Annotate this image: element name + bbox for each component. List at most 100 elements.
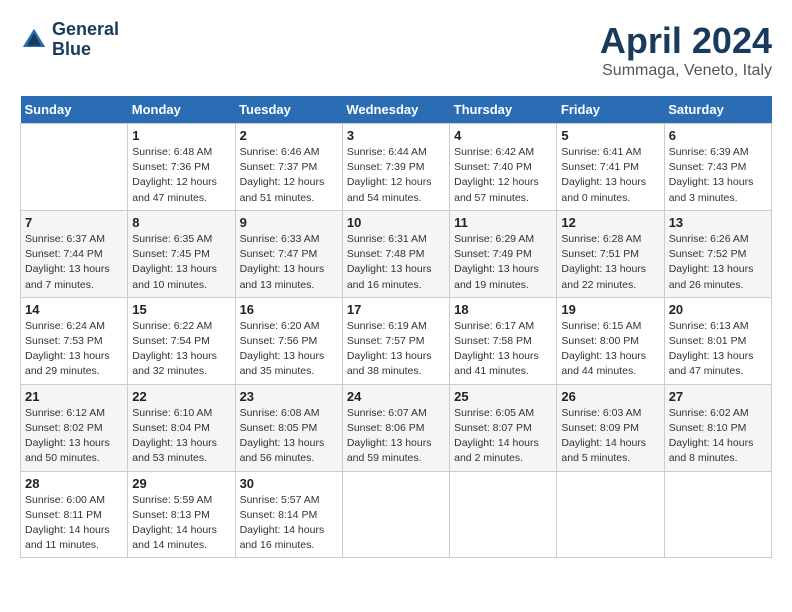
calendar-cell: 10 Sunrise: 6:31 AM Sunset: 7:48 PM Dayli… [342,210,449,297]
day-number: 21 [25,389,123,404]
day-number: 16 [240,302,338,317]
calendar-cell: 17 Sunrise: 6:19 AM Sunset: 7:57 PM Dayli… [342,297,449,384]
weekday-header: Wednesday [342,96,449,124]
day-number: 8 [132,215,230,230]
day-info: Sunrise: 6:22 AM Sunset: 7:54 PM Dayligh… [132,319,230,380]
calendar-week-row: 1 Sunrise: 6:48 AM Sunset: 7:36 PM Daylig… [21,124,772,211]
day-info: Sunrise: 6:35 AM Sunset: 7:45 PM Dayligh… [132,232,230,293]
day-info: Sunrise: 6:20 AM Sunset: 7:56 PM Dayligh… [240,319,338,380]
calendar-cell: 5 Sunrise: 6:41 AM Sunset: 7:41 PM Daylig… [557,124,664,211]
day-number: 15 [132,302,230,317]
logo-text: General Blue [52,20,119,60]
day-number: 14 [25,302,123,317]
day-info: Sunrise: 5:57 AM Sunset: 8:14 PM Dayligh… [240,493,338,554]
day-info: Sunrise: 6:08 AM Sunset: 8:05 PM Dayligh… [240,406,338,467]
day-number: 1 [132,128,230,143]
calendar-cell: 3 Sunrise: 6:44 AM Sunset: 7:39 PM Daylig… [342,124,449,211]
logo-icon [20,26,48,54]
calendar-cell: 21 Sunrise: 6:12 AM Sunset: 8:02 PM Dayli… [21,384,128,471]
calendar-cell [664,471,771,558]
calendar-cell: 22 Sunrise: 6:10 AM Sunset: 8:04 PM Dayli… [128,384,235,471]
day-info: Sunrise: 6:28 AM Sunset: 7:51 PM Dayligh… [561,232,659,293]
calendar-cell: 2 Sunrise: 6:46 AM Sunset: 7:37 PM Daylig… [235,124,342,211]
day-info: Sunrise: 6:33 AM Sunset: 7:47 PM Dayligh… [240,232,338,293]
day-number: 22 [132,389,230,404]
day-info: Sunrise: 6:37 AM Sunset: 7:44 PM Dayligh… [25,232,123,293]
calendar-cell: 12 Sunrise: 6:28 AM Sunset: 7:51 PM Dayli… [557,210,664,297]
day-number: 24 [347,389,445,404]
day-info: Sunrise: 6:03 AM Sunset: 8:09 PM Dayligh… [561,406,659,467]
calendar-cell: 1 Sunrise: 6:48 AM Sunset: 7:36 PM Daylig… [128,124,235,211]
calendar-cell: 20Sunrise: 6:13 AM Sunset: 8:01 PM Dayli… [664,297,771,384]
day-number: 29 [132,476,230,491]
calendar-cell: 4 Sunrise: 6:42 AM Sunset: 7:40 PM Daylig… [450,124,557,211]
day-info: Sunrise: 6:19 AM Sunset: 7:57 PM Dayligh… [347,319,445,380]
calendar-cell [557,471,664,558]
day-info: Sunrise: 6:48 AM Sunset: 7:36 PM Dayligh… [132,145,230,206]
calendar-cell: 11 Sunrise: 6:29 AM Sunset: 7:49 PM Dayli… [450,210,557,297]
day-number: 11 [454,215,552,230]
calendar-cell [342,471,449,558]
day-info: Sunrise: 6:44 AM Sunset: 7:39 PM Dayligh… [347,145,445,206]
calendar-cell: 15 Sunrise: 6:22 AM Sunset: 7:54 PM Dayli… [128,297,235,384]
day-info: Sunrise: 6:29 AM Sunset: 7:49 PM Dayligh… [454,232,552,293]
calendar-cell: 23 Sunrise: 6:08 AM Sunset: 8:05 PM Dayli… [235,384,342,471]
day-number: 28 [25,476,123,491]
day-number: 4 [454,128,552,143]
logo: General Blue [20,20,119,60]
calendar-table: SundayMondayTuesdayWednesdayThursdayFrid… [20,96,772,558]
day-info: Sunrise: 5:59 AM Sunset: 8:13 PM Dayligh… [132,493,230,554]
day-number: 12 [561,215,659,230]
day-info: Sunrise: 6:07 AM Sunset: 8:06 PM Dayligh… [347,406,445,467]
day-number: 5 [561,128,659,143]
calendar-cell: 8 Sunrise: 6:35 AM Sunset: 7:45 PM Daylig… [128,210,235,297]
day-info: Sunrise: 6:31 AM Sunset: 7:48 PM Dayligh… [347,232,445,293]
calendar-cell: 26 Sunrise: 6:03 AM Sunset: 8:09 PM Dayli… [557,384,664,471]
calendar-cell: 18Sunrise: 6:17 AM Sunset: 7:58 PM Dayli… [450,297,557,384]
calendar-cell: 19 Sunrise: 6:15 AM Sunset: 8:00 PM Dayli… [557,297,664,384]
title-block: April 2024 Summaga, Veneto, Italy [600,20,772,80]
day-info: Sunrise: 6:15 AM Sunset: 8:00 PM Dayligh… [561,319,659,380]
day-number: 18 [454,302,552,317]
day-number: 9 [240,215,338,230]
day-info: Sunrise: 6:42 AM Sunset: 7:40 PM Dayligh… [454,145,552,206]
day-number: 25 [454,389,552,404]
day-number: 7 [25,215,123,230]
day-info: Sunrise: 6:05 AM Sunset: 8:07 PM Dayligh… [454,406,552,467]
day-number: 23 [240,389,338,404]
day-number: 3 [347,128,445,143]
page-header: General Blue April 2024 Summaga, Veneto,… [20,20,772,80]
day-info: Sunrise: 6:41 AM Sunset: 7:41 PM Dayligh… [561,145,659,206]
calendar-cell: 27Sunrise: 6:02 AM Sunset: 8:10 PM Dayli… [664,384,771,471]
calendar-cell: 25 Sunrise: 6:05 AM Sunset: 8:07 PM Dayli… [450,384,557,471]
day-number: 6 [669,128,767,143]
calendar-cell: 13Sunrise: 6:26 AM Sunset: 7:52 PM Dayli… [664,210,771,297]
day-number: 2 [240,128,338,143]
day-info: Sunrise: 6:12 AM Sunset: 8:02 PM Dayligh… [25,406,123,467]
weekday-header: Thursday [450,96,557,124]
day-info: Sunrise: 6:02 AM Sunset: 8:10 PM Dayligh… [669,406,767,467]
day-number: 10 [347,215,445,230]
day-info: Sunrise: 6:13 AM Sunset: 8:01 PM Dayligh… [669,319,767,380]
calendar-cell: 9 Sunrise: 6:33 AM Sunset: 7:47 PM Daylig… [235,210,342,297]
calendar-week-row: 7 Sunrise: 6:37 AM Sunset: 7:44 PM Daylig… [21,210,772,297]
day-number: 19 [561,302,659,317]
calendar-cell: 7 Sunrise: 6:37 AM Sunset: 7:44 PM Daylig… [21,210,128,297]
day-info: Sunrise: 6:10 AM Sunset: 8:04 PM Dayligh… [132,406,230,467]
calendar-week-row: 21 Sunrise: 6:12 AM Sunset: 8:02 PM Dayli… [21,384,772,471]
day-info: Sunrise: 6:26 AM Sunset: 7:52 PM Dayligh… [669,232,767,293]
calendar-week-row: 14 Sunrise: 6:24 AM Sunset: 7:53 PM Dayli… [21,297,772,384]
day-info: Sunrise: 6:39 AM Sunset: 7:43 PM Dayligh… [669,145,767,206]
weekday-header: Tuesday [235,96,342,124]
weekday-header: Friday [557,96,664,124]
day-number: 26 [561,389,659,404]
calendar-cell: 28Sunrise: 6:00 AM Sunset: 8:11 PM Dayli… [21,471,128,558]
calendar-cell [450,471,557,558]
calendar-cell: 29 Sunrise: 5:59 AM Sunset: 8:13 PM Dayli… [128,471,235,558]
header-row: SundayMondayTuesdayWednesdayThursdayFrid… [21,96,772,124]
day-number: 17 [347,302,445,317]
calendar-cell: 14 Sunrise: 6:24 AM Sunset: 7:53 PM Dayli… [21,297,128,384]
day-info: Sunrise: 6:46 AM Sunset: 7:37 PM Dayligh… [240,145,338,206]
day-info: Sunrise: 6:24 AM Sunset: 7:53 PM Dayligh… [25,319,123,380]
calendar-cell: 16 Sunrise: 6:20 AM Sunset: 7:56 PM Dayli… [235,297,342,384]
